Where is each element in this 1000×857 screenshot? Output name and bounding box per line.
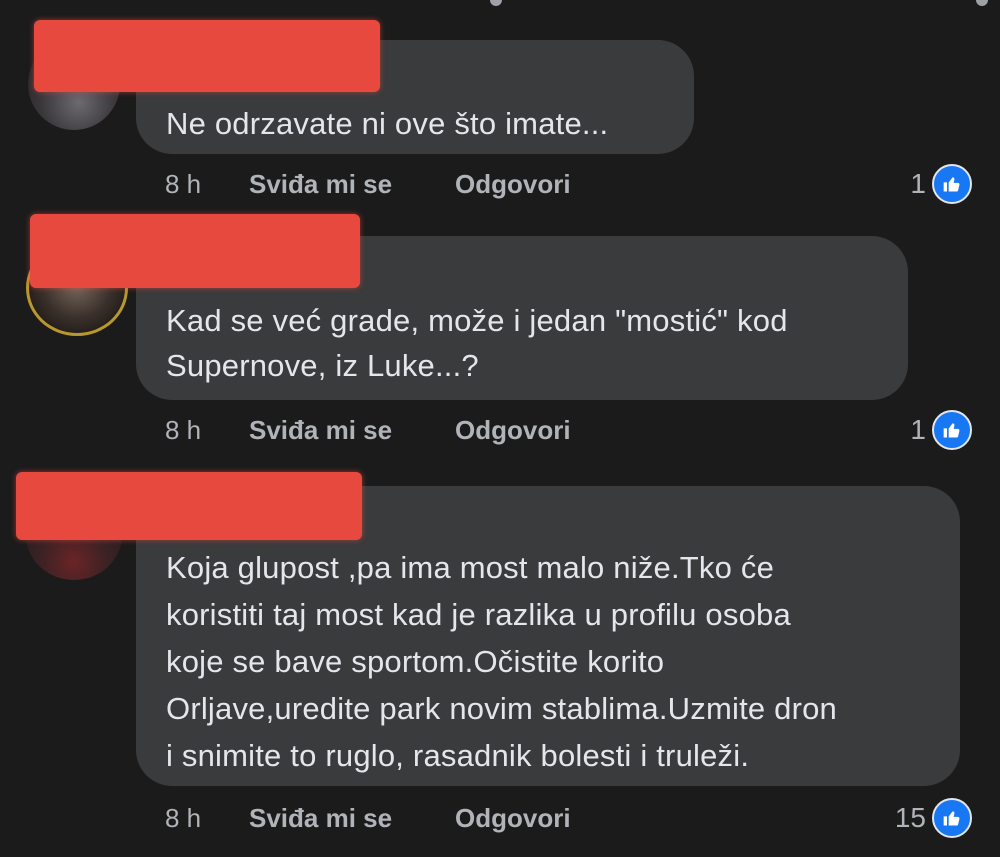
reaction-count: 1 xyxy=(910,414,926,445)
reply-button[interactable]: Odgovori xyxy=(455,803,571,834)
thumbs-up-icon xyxy=(932,164,972,204)
reaction-summary[interactable]: 1 xyxy=(910,164,972,204)
comment-text: Kad se već grade, može i jedan "mostić" … xyxy=(166,298,888,388)
redacted-username xyxy=(30,214,360,288)
comment-text-line: Supernove, iz Luke...? xyxy=(166,348,479,383)
comment-actions: 8 h Sviđa mi se Odgovori xyxy=(165,164,571,204)
comment-text-line: i snimite to ruglo, rasadnik bolesti i t… xyxy=(166,738,750,773)
comment-time[interactable]: 8 h xyxy=(165,803,249,834)
comment-text-line: Orljave,uredite park novim stablima.Uzmi… xyxy=(166,691,837,726)
comment-text: Koja glupost ,pa ima most malo niže.Tko … xyxy=(166,544,940,779)
comment-text-line: koje se bave sportom.Očistite korito xyxy=(166,644,665,679)
comment-time[interactable]: 8 h xyxy=(165,169,249,200)
reaction-count: 15 xyxy=(894,802,926,833)
reaction-summary[interactable]: 1 xyxy=(910,410,972,450)
thumbs-up-icon xyxy=(932,410,972,450)
comment-actions: 8 h Sviđa mi se Odgovori xyxy=(165,410,571,450)
comments-thread: Ne odrzavate ni ove što imate... 8 h Svi… xyxy=(0,0,1000,857)
like-button[interactable]: Sviđa mi se xyxy=(249,415,455,446)
reply-button[interactable]: Odgovori xyxy=(455,169,571,200)
redacted-username xyxy=(34,20,380,92)
reaction-summary[interactable]: 15 xyxy=(895,798,972,838)
redacted-username xyxy=(16,472,362,540)
comment-text: Ne odrzavate ni ove što imate... xyxy=(166,100,694,148)
reply-button[interactable]: Odgovori xyxy=(455,415,571,446)
comment-time[interactable]: 8 h xyxy=(165,415,249,446)
comment-text-line: koristiti taj most kad je razlika u prof… xyxy=(166,597,791,632)
comment-text-line: Ne odrzavate ni ove što imate... xyxy=(166,106,609,141)
comment-text-line: Koja glupost ,pa ima most malo niže.Tko … xyxy=(166,550,775,585)
reaction-count: 1 xyxy=(910,168,926,199)
comment-actions: 8 h Sviđa mi se Odgovori xyxy=(165,798,571,838)
overflow-dot xyxy=(976,0,988,6)
comment-text-line: Kad se već grade, može i jedan "mostić" … xyxy=(166,303,788,338)
thumbs-up-icon xyxy=(932,798,972,838)
like-button[interactable]: Sviđa mi se xyxy=(249,169,455,200)
overflow-dot xyxy=(490,0,502,6)
like-button[interactable]: Sviđa mi se xyxy=(249,803,455,834)
